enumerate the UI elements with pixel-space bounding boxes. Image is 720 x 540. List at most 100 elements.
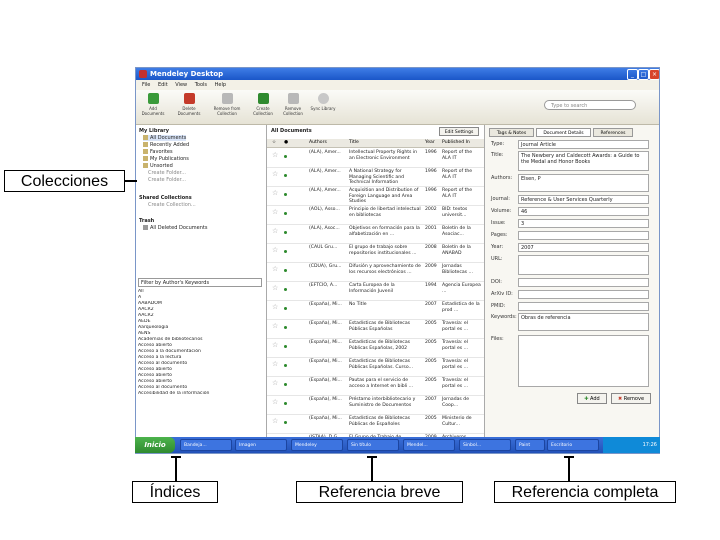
favorite-star-icon[interactable]: ☆: [272, 399, 278, 406]
library-item-unsorted[interactable]: Unsorted: [143, 163, 173, 169]
table-row[interactable]: ☆ (España), Mi... Estadísticas de Bibliote…: [267, 357, 484, 377]
menu-file[interactable]: File: [142, 82, 150, 88]
minimize-icon[interactable]: _: [627, 69, 638, 80]
field-input[interactable]: [518, 255, 649, 275]
read-status-icon: [284, 231, 287, 234]
menu-help[interactable]: Help: [215, 82, 226, 88]
cell-published-in: Boletín de la ANABAD: [442, 245, 471, 256]
start-button[interactable]: Inicio: [135, 437, 175, 453]
table-row[interactable]: ☆ (España), Mi... Pautas para el servicio …: [267, 376, 484, 396]
favorite-star-icon[interactable]: ☆: [272, 266, 278, 273]
add-file-button[interactable]: ✚ Add: [577, 393, 607, 404]
taskbar-task[interactable]: Imagen: [235, 439, 287, 451]
field-input[interactable]: [518, 302, 649, 311]
edit-settings-button[interactable]: Edit Settings: [439, 127, 479, 136]
tab-document-details[interactable]: Document Details: [536, 128, 591, 137]
tab-tags-notes[interactable]: Tags & Notes: [489, 128, 534, 137]
field-input[interactable]: [518, 278, 649, 287]
favorite-star-icon[interactable]: ☆: [272, 285, 278, 292]
favorite-star-icon[interactable]: ☆: [272, 228, 278, 235]
table-row[interactable]: ☆ (EFTCIO, A... Carta Europea de la Inform…: [267, 281, 484, 301]
remove-from-collection-button[interactable]: Remove from Collection: [210, 93, 244, 116]
library-item-recently-added[interactable]: Recently Added: [143, 142, 189, 148]
field-input[interactable]: Obras de referencia: [518, 313, 649, 331]
table-row[interactable]: ☆ (ALA), Amer... A National Strategy for M…: [267, 167, 484, 187]
field-input[interactable]: [518, 290, 649, 299]
menu-edit[interactable]: Edit: [158, 82, 168, 88]
favorite-star-icon[interactable]: ☆: [272, 342, 278, 349]
remove-collection-button[interactable]: Remove Collection: [280, 93, 306, 116]
arrow-referencia-completa-head: [564, 456, 574, 458]
field-input[interactable]: 46: [518, 207, 649, 216]
add-documents-button[interactable]: Add Documents: [140, 93, 166, 116]
taskbar-task[interactable]: Sin título: [347, 439, 399, 451]
library-item-my-publications[interactable]: My Publications: [143, 156, 189, 162]
taskbar-task[interactable]: Paint: [515, 439, 545, 451]
table-row[interactable]: ☆ (CAUL Gru... El grupo de trabajo sobre r…: [267, 243, 484, 263]
table-row[interactable]: ☆ (España), Mi... Estadísticas de Bibliote…: [267, 414, 484, 434]
taskbar-task[interactable]: Escritorio: [547, 439, 599, 451]
menu-tools[interactable]: Tools: [195, 82, 207, 88]
keyword-item[interactable]: Accesibilidad de la información: [138, 391, 262, 397]
field-input[interactable]: 2007: [518, 243, 649, 252]
remove-collection-label: Remove Collection: [283, 106, 303, 116]
taskbar-task[interactable]: Mendeley: [291, 439, 343, 451]
search-input[interactable]: Type to search: [544, 100, 636, 110]
table-row[interactable]: ☆ (ALA), Amer... Acquisition and Distribut…: [267, 186, 484, 206]
table-row[interactable]: ☆ (ALA), Amer... Intellectual Property Rig…: [267, 148, 484, 168]
create-folder-link[interactable]: Create Folder...: [148, 177, 186, 183]
favorite-star-icon[interactable]: ☆: [272, 152, 278, 159]
table-row[interactable]: ☆ (España), Mi... Préstamo interbiblioteca…: [267, 395, 484, 415]
table-row[interactable]: ☆ (AOL), Asso... Principio de libertad int…: [267, 205, 484, 225]
field-input[interactable]: Elsen, P: [518, 174, 649, 192]
cell-published-in: Jornadas Bibliotecas ...: [442, 264, 473, 275]
column-published-in[interactable]: Published In: [442, 139, 470, 147]
taskbar-task[interactable]: Mendel...: [403, 439, 455, 451]
menu-view[interactable]: View: [175, 82, 187, 88]
table-row[interactable]: ☆ (ALA), Asoc... Objetivos en formación pa…: [267, 224, 484, 244]
delete-documents-label: Delete Documents: [177, 106, 201, 116]
field-input[interactable]: Journal Article: [518, 140, 649, 149]
delete-documents-button[interactable]: Delete Documents: [176, 93, 202, 116]
star-column-icon[interactable]: ☆: [272, 139, 276, 147]
table-row[interactable]: ☆ (España), Mi... Estadísticas de Bibliote…: [267, 319, 484, 339]
trash-item-deleted[interactable]: All Deleted Documents: [143, 225, 208, 231]
field-input[interactable]: The Newbery and Caldecott Awards: a Guid…: [518, 151, 649, 171]
field-label: URL:: [491, 256, 503, 262]
create-folder-link[interactable]: Create Folder...: [148, 170, 186, 176]
field-input[interactable]: [518, 231, 649, 240]
column-authors[interactable]: Authors: [309, 139, 327, 147]
taskbar-task[interactable]: Sinbol...: [459, 439, 511, 451]
favorite-star-icon[interactable]: ☆: [272, 418, 278, 425]
tab-references[interactable]: References: [593, 128, 633, 137]
cell-authors: (ALA), Amer...: [309, 169, 341, 174]
remove-file-button[interactable]: ✖ Remove: [611, 393, 651, 404]
favorite-star-icon[interactable]: ☆: [272, 361, 278, 368]
favorite-star-icon[interactable]: ☆: [272, 380, 278, 387]
favorite-star-icon[interactable]: ☆: [272, 323, 278, 330]
favorite-star-icon[interactable]: ☆: [272, 304, 278, 311]
table-row[interactable]: ☆ (España), Mi... Estadísticas de Bibliote…: [267, 338, 484, 358]
taskbar-task[interactable]: Bandeja...: [180, 439, 232, 451]
create-collection-link[interactable]: Create Collection...: [148, 202, 196, 208]
keyword-filter-select[interactable]: Filter by Author's Keywords: [138, 278, 262, 287]
read-column-icon[interactable]: ●: [284, 139, 288, 147]
create-collection-button[interactable]: Create Collection: [250, 93, 276, 116]
close-icon[interactable]: ×: [649, 69, 659, 80]
favorite-star-icon[interactable]: ☆: [272, 190, 278, 197]
library-item-favorites[interactable]: Favorites: [143, 149, 173, 155]
table-row[interactable]: ☆ (España), Mi... No Title 2007 Estadística …: [267, 300, 484, 320]
field-input[interactable]: Reference & User Services Quarterly: [518, 195, 649, 204]
favorite-star-icon[interactable]: ☆: [272, 209, 278, 216]
column-title[interactable]: Title: [349, 139, 359, 147]
field-input[interactable]: 3: [518, 219, 649, 228]
table-row[interactable]: ☆ (CDUA), Gru... Difusión y aprovechamient…: [267, 262, 484, 282]
sync-library-button[interactable]: Sync Library: [310, 93, 336, 111]
maximize-icon[interactable]: □: [638, 69, 649, 80]
column-year[interactable]: Year: [425, 139, 435, 147]
favorite-star-icon[interactable]: ☆: [272, 247, 278, 254]
favorite-star-icon[interactable]: ☆: [272, 171, 278, 178]
library-item-all-documents[interactable]: All Documents: [143, 135, 187, 141]
field-input[interactable]: [518, 335, 649, 387]
window-title: Mendeley Desktop: [150, 70, 224, 78]
